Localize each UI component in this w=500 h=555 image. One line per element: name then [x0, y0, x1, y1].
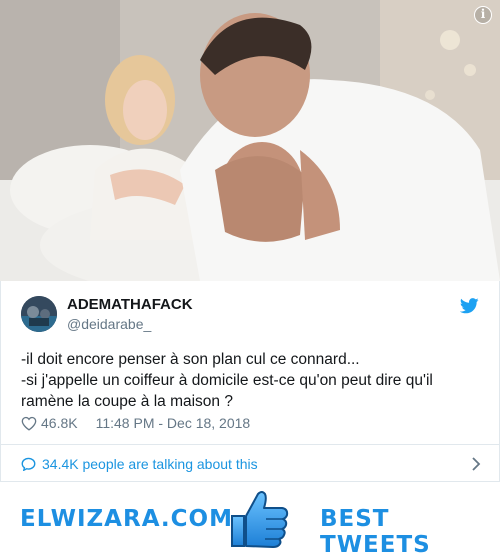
thumbs-up-icon: [231, 491, 289, 548]
photo-illustration: [0, 0, 500, 281]
chevron-right-icon[interactable]: [471, 457, 481, 471]
conversation-link[interactable]: 34.4K people are talking about this: [21, 454, 481, 474]
conversation-count[interactable]: 34.4K people are talking about this: [42, 456, 258, 472]
tweet-card: ADEMATHAFACK @deidarabe_ -il doit encore…: [0, 281, 500, 482]
tweet-text-line: -si j'appelle un coiffeur à domicile est…: [21, 372, 433, 389]
avatar-image: [21, 296, 57, 332]
tweet-text-line: ramène la coupe à la maison ?: [21, 393, 233, 410]
like-count[interactable]: 46.8K: [41, 415, 78, 431]
tweet-photo[interactable]: i: [0, 0, 500, 281]
info-icon[interactable]: i: [474, 6, 492, 24]
site-name[interactable]: ELWIZARA.COM: [20, 506, 233, 532]
twitter-bird-icon[interactable]: [460, 298, 479, 314]
tweet-text-line: -il doit encore penser à son plan cul ce…: [21, 351, 360, 368]
speech-bubble-icon: [21, 457, 36, 471]
tweet-meta: 46.8K 11:48 PM - Dec 18, 2018: [21, 415, 250, 431]
tweet-text: -il doit encore penser à son plan cul ce…: [21, 349, 481, 412]
tweet-timestamp[interactable]: 11:48 PM - Dec 18, 2018: [96, 415, 251, 431]
author-handle[interactable]: @deidarabe_: [67, 316, 151, 332]
avatar[interactable]: [21, 296, 57, 332]
heart-icon[interactable]: [21, 416, 37, 431]
footer-banner: ELWIZARA.COM BEST TWEETS: [0, 482, 500, 555]
best-tweets-label: BEST TWEETS: [320, 506, 431, 555]
author-name[interactable]: ADEMATHAFACK: [67, 296, 193, 313]
divider: [1, 444, 499, 445]
